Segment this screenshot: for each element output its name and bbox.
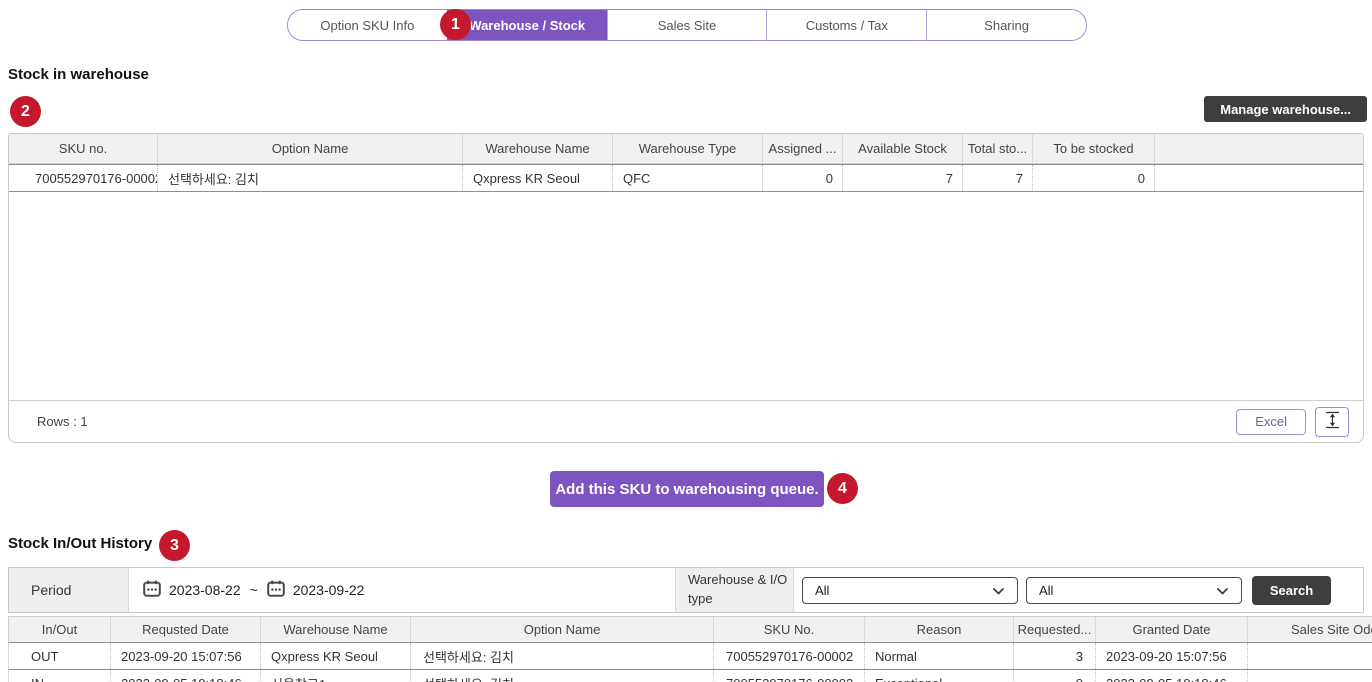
excel-export-button[interactable]: Excel <box>1236 408 1306 435</box>
cell-option-name: 선택하세요: 김치 <box>411 643 714 669</box>
column-header-warehouse-name: Warehouse Name <box>261 617 411 642</box>
cell-sku-no: 700552970176-00002 <box>714 670 865 682</box>
stock-table-footer: Rows : 1 Excel <box>9 400 1363 442</box>
history-table-row[interactable]: IN 2023-09-05 19:18:46 서울창고1 선택하세요: 김치 7… <box>8 670 1372 682</box>
calendar-icon[interactable] <box>267 580 285 600</box>
calendar-icon[interactable] <box>143 580 161 600</box>
stock-table-header-row: SKU no. Option Name Warehouse Name Wareh… <box>9 134 1363 164</box>
tab-bar: Option SKU Info Warehouse / Stock Sales … <box>287 9 1087 41</box>
cell-requested-qty: 0 <box>1014 670 1096 682</box>
tab-option-sku-info[interactable]: Option SKU Info <box>288 10 447 40</box>
column-header-granted-date: Granted Date <box>1096 617 1248 642</box>
row-height-button[interactable] <box>1315 406 1349 437</box>
chevron-down-icon <box>1216 583 1229 598</box>
chevron-down-icon <box>992 583 1005 598</box>
cell-requested-date: 2023-09-05 19:18:46 <box>111 670 261 682</box>
column-header-warehouse-name: Warehouse Name <box>463 134 613 163</box>
cell-option-name: 선택하세요: 김치 <box>158 165 463 191</box>
stock-table-empty-area <box>9 192 1363 400</box>
history-filter-bar: Period 2023-08-22 ~ 2023-09-22 Warehouse… <box>8 567 1364 613</box>
cell-sku-no: 700552970176-00002 <box>714 643 865 669</box>
cell-to-be-stocked: 0 <box>1033 165 1155 191</box>
history-table: In/Out Requsted Date Warehouse Name Opti… <box>8 616 1372 682</box>
cell-reason: Exceptional <box>865 670 1014 682</box>
column-header-option-name: Option Name <box>411 617 714 642</box>
rows-count-label: Rows : 1 <box>37 414 88 429</box>
column-header-warehouse-type: Warehouse Type <box>613 134 763 163</box>
cell-total-stock: 7 <box>963 165 1033 191</box>
column-header-total-stock: Total sto... <box>963 134 1033 163</box>
warehouse-io-type-label: Warehouse & I/O type <box>675 568 794 612</box>
cell-granted-date: 2023-09-05 19:18:46 <box>1096 670 1248 682</box>
date-to-value[interactable]: 2023-09-22 <box>293 582 365 598</box>
tab-sharing[interactable]: Sharing <box>926 10 1086 40</box>
filter-controls: All All Search <box>794 568 1363 612</box>
cell-sku-no: 700552970176-00002 <box>9 165 158 191</box>
cell-warehouse-name: Qxpress KR Seoul <box>261 643 411 669</box>
column-header-to-be-stocked: To be stocked <box>1033 134 1155 163</box>
column-header-in-out: In/Out <box>9 617 111 642</box>
column-header-sku-no: SKU no. <box>9 134 158 163</box>
annotation-step-3-badge: 3 <box>159 530 190 561</box>
cell-granted-date: 2023-09-20 15:07:56 <box>1096 643 1248 669</box>
column-header-filler <box>1155 134 1363 163</box>
column-header-available-stock: Available Stock <box>843 134 963 163</box>
column-header-reason: Reason <box>865 617 1014 642</box>
tab-sales-site[interactable]: Sales Site <box>606 10 767 40</box>
cell-warehouse-name: Qxpress KR Seoul <box>463 165 613 191</box>
annotation-step-1-badge: 1 <box>440 9 471 40</box>
column-header-assigned: Assigned ... <box>763 134 843 163</box>
cell-in-out: OUT <box>9 643 111 669</box>
history-section-title: Stock In/Out History <box>8 535 153 552</box>
add-sku-to-queue-button[interactable]: Add this SKU to warehousing queue. <box>550 471 824 507</box>
history-table-row[interactable]: OUT 2023-09-20 15:07:56 Qxpress KR Seoul… <box>8 642 1372 670</box>
row-height-icon <box>1325 411 1340 432</box>
history-table-header-row: In/Out Requsted Date Warehouse Name Opti… <box>8 616 1372 643</box>
cell-filler <box>1155 165 1363 191</box>
date-range-separator: ~ <box>249 582 258 598</box>
manage-warehouse-button[interactable]: Manage warehouse... <box>1204 96 1367 122</box>
stock-table-row[interactable]: 700552970176-00002 선택하세요: 김치 Qxpress KR … <box>9 164 1363 192</box>
warehouse-select[interactable]: All <box>802 576 1018 604</box>
column-header-requested-date: Requsted Date <box>111 617 261 642</box>
cell-reason: Normal <box>865 643 1014 669</box>
column-header-option-name: Option Name <box>158 134 463 163</box>
search-button[interactable]: Search <box>1252 575 1331 605</box>
io-type-select-value: All <box>1039 582 1054 598</box>
cell-requested-date: 2023-09-20 15:07:56 <box>111 643 261 669</box>
io-type-select[interactable]: All <box>1026 576 1242 604</box>
period-date-range: 2023-08-22 ~ 2023-09-22 <box>129 568 675 612</box>
stock-table: SKU no. Option Name Warehouse Name Wareh… <box>8 133 1364 443</box>
cell-in-out: IN <box>9 670 111 682</box>
period-label: Period <box>9 568 129 612</box>
cell-available-stock: 7 <box>843 165 963 191</box>
cell-sales-site-order-no <box>1248 643 1372 669</box>
tab-customs-tax[interactable]: Customs / Tax <box>766 10 927 40</box>
cell-warehouse-name: 서울창고1 <box>261 670 411 682</box>
annotation-step-4-badge: 4 <box>827 473 858 504</box>
date-to-field[interactable]: 2023-09-22 <box>267 580 365 600</box>
warehouse-select-value: All <box>815 582 830 598</box>
cell-assigned: 0 <box>763 165 843 191</box>
cell-warehouse-type: QFC <box>613 165 763 191</box>
column-header-requested-qty: Requested... <box>1014 617 1096 642</box>
date-from-value[interactable]: 2023-08-22 <box>169 582 241 598</box>
cell-requested-qty: 3 <box>1014 643 1096 669</box>
cell-option-name: 선택하세요: 김치 <box>411 670 714 682</box>
cell-sales-site-order-no <box>1248 670 1372 682</box>
warehouse-stock-page: Option SKU Info Warehouse / Stock Sales … <box>0 0 1372 682</box>
column-header-sku-no: SKU No. <box>714 617 865 642</box>
annotation-step-2-badge: 2 <box>10 96 41 127</box>
column-header-sales-site-order-no: Sales Site Oder N <box>1248 617 1372 642</box>
date-from-field[interactable]: 2023-08-22 <box>143 580 241 600</box>
stock-section-title: Stock in warehouse <box>8 66 149 83</box>
